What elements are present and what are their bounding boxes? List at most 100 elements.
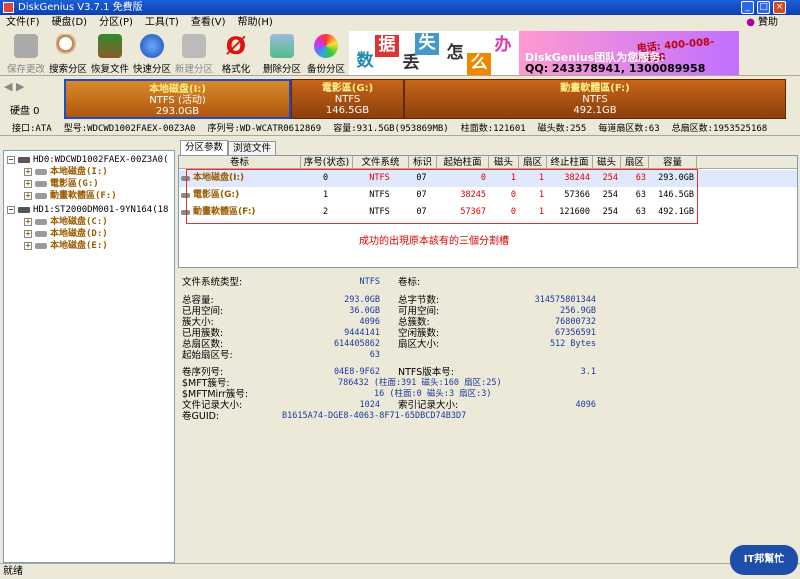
- detail-value: 76800732: [555, 317, 596, 327]
- col-header[interactable]: 文件系统: [353, 156, 409, 169]
- donate-link[interactable]: ● 贊助: [746, 15, 778, 30]
- info-total-sectors: 总扇区数:1953525168: [671, 124, 768, 134]
- partition-details: 文件系统类型: NTFS 卷标: 总容量: 293.0GB 已用空间: 36.0…: [178, 268, 798, 563]
- tree-partition-f[interactable]: + 動畫軟體區(F:): [24, 190, 117, 202]
- menu-view[interactable]: 查看(V): [185, 15, 232, 30]
- tree-disk-hd1[interactable]: − HD1:ST2000DM001-9YN164(18: [7, 204, 168, 216]
- close-button[interactable]: ×: [773, 1, 786, 14]
- title-bar: DiskGenius V3.7.1 免費版 _ □ ×: [0, 0, 800, 15]
- partition-block-i[interactable]: 本地磁盘(I:) NTFS (活动) 293.0GB: [64, 79, 291, 119]
- disk-nav-arrows[interactable]: ◀ ▶: [4, 80, 24, 93]
- tree-partition-g[interactable]: + 電影區(G:): [24, 178, 99, 190]
- quick-partition-label: 快速分区: [132, 64, 171, 75]
- delete-partition-label: 删除分区: [262, 64, 301, 75]
- annotation-note: 成功的出現原本該有的三個分割槽: [359, 236, 509, 247]
- menu-bar: 文件(F) 硬盘(D) 分区(P) 工具(T) 查看(V) 帮助(H) ● 贊助: [0, 15, 800, 30]
- partition-block-g[interactable]: 電影區(G:) NTFS 146.5GB: [291, 79, 404, 119]
- tree-partition-d[interactable]: + 本地磁盘(D:): [24, 228, 108, 240]
- banner-char: 么: [467, 53, 491, 75]
- disk-icon: [18, 206, 30, 213]
- col-header[interactable]: 起始柱面: [437, 156, 489, 169]
- tree-disk-hd0[interactable]: − HD0:WDCWD1002FAEX-00Z3A0(: [7, 154, 168, 166]
- expand-icon[interactable]: +: [24, 191, 32, 200]
- tab-browse-files[interactable]: 浏览文件: [228, 141, 277, 155]
- tab-partition-params[interactable]: 分区参数: [180, 140, 229, 155]
- detail-label: 扇区大小:: [398, 339, 440, 350]
- detail-value: 36.0GB: [349, 306, 380, 316]
- format-label: 格式化: [221, 64, 251, 75]
- col-header[interactable]: 磁头: [593, 156, 621, 169]
- tree-label: 本地磁盘(C:): [50, 217, 108, 227]
- col-header[interactable]: 扇区: [519, 156, 547, 169]
- partition-icon: [35, 192, 47, 199]
- menu-help[interactable]: 帮助(H): [232, 15, 279, 30]
- expand-icon[interactable]: +: [24, 179, 32, 188]
- detail-value: 512 Bytes: [549, 339, 596, 349]
- serial-label: 卷序列号:: [182, 367, 224, 378]
- new-partition-label: 新建分区: [174, 64, 213, 75]
- computer-icon: [182, 34, 206, 58]
- mftmirr-value: 16 (柱面:0 磁头:3 扇区:3): [374, 389, 492, 399]
- backup-partition-button[interactable]: 备份分区: [306, 32, 346, 75]
- expand-icon[interactable]: +: [24, 167, 32, 176]
- col-header[interactable]: 卷标: [179, 156, 301, 169]
- maximize-button[interactable]: □: [757, 1, 770, 14]
- col-header[interactable]: 扇区: [621, 156, 649, 169]
- expand-icon[interactable]: +: [24, 229, 32, 238]
- restore-icon: [98, 34, 122, 58]
- col-header[interactable]: 容量: [649, 156, 697, 169]
- menu-partition[interactable]: 分区(P): [93, 15, 139, 30]
- disk-info-line: 接口:ATA 型号:WDCWD1002FAEX-00Z3A0 序列号:WD-WCAT…: [0, 122, 800, 136]
- tab-bar: 分区参数 浏览文件: [178, 140, 798, 155]
- banner-ad[interactable]: 数 据 丢 失 怎 么 办 电话: 400-008-9958 DiskGeniu…: [349, 31, 739, 75]
- tree-partition-i[interactable]: + 本地磁盘(I:): [24, 166, 108, 178]
- index-record-size-value: 4096: [575, 400, 596, 410]
- expand-icon[interactable]: +: [24, 241, 32, 250]
- menu-disk[interactable]: 硬盘(D): [46, 15, 94, 30]
- status-text: 就绪: [3, 566, 23, 577]
- collapse-icon[interactable]: −: [7, 205, 15, 214]
- tree-label: HD0:WDCWD1002FAEX-00Z3A0(: [33, 155, 169, 165]
- menu-file[interactable]: 文件(F): [0, 15, 46, 30]
- col-header[interactable]: 终止柱面: [547, 156, 593, 169]
- index-record-size-label: 索引记录大小:: [398, 400, 459, 411]
- format-button[interactable]: Ø 格式化: [216, 32, 256, 75]
- detail-label: 总扇区数:: [182, 339, 224, 350]
- watermark-text: IT邦幫忙: [743, 554, 785, 565]
- menu-tools[interactable]: 工具(T): [139, 15, 185, 30]
- partition-block-f[interactable]: 動畫軟體區(F:) NTFS 492.1GB: [404, 79, 786, 119]
- partition-table: 卷标 序号(状态) 文件系统 标识 起始柱面 磁头 扇区 终止柱面 磁头 扇区 …: [178, 155, 798, 268]
- detail-value: 314575801344: [534, 295, 596, 305]
- search-partition-button[interactable]: 搜索分区: [48, 32, 88, 75]
- detail-value: 4096: [359, 317, 380, 327]
- tree-partition-e[interactable]: + 本地磁盘(E:): [24, 240, 108, 252]
- save-changes-button[interactable]: 保存更改: [6, 32, 46, 75]
- status-bar: 就绪: [0, 563, 800, 579]
- minimize-button[interactable]: _: [741, 1, 754, 14]
- disk-icon: [18, 156, 30, 163]
- col-header[interactable]: 磁头: [489, 156, 519, 169]
- quick-partition-button[interactable]: 快速分区: [132, 32, 172, 75]
- col-header[interactable]: 标识: [409, 156, 437, 169]
- annotation-box: [186, 169, 698, 224]
- tree-label: 電影區(G:): [50, 179, 99, 189]
- new-partition-button[interactable]: 新建分区: [174, 32, 214, 75]
- expand-icon[interactable]: +: [24, 217, 32, 226]
- detail-label: 已用空间:: [182, 306, 224, 317]
- mft-label: $MFT簇号:: [182, 378, 230, 389]
- banner-tiles: 数 据 丢 失 怎 么 办: [349, 31, 519, 75]
- tree-partition-c[interactable]: + 本地磁盘(C:): [24, 216, 108, 228]
- mftmirr-label: $MFTMirr簇号:: [182, 389, 249, 400]
- partition-icon: [35, 168, 47, 175]
- donate-icon: ●: [746, 17, 755, 28]
- detail-label: 空闲簇数:: [398, 328, 440, 339]
- globe-icon: [140, 34, 164, 58]
- col-header[interactable]: 序号(状态): [301, 156, 353, 169]
- delete-partition-button[interactable]: 删除分区: [262, 32, 302, 75]
- restore-files-button[interactable]: 恢复文件: [90, 32, 130, 75]
- donate-label: 贊助: [758, 17, 778, 28]
- collapse-icon[interactable]: −: [7, 155, 15, 164]
- tree-label: HD1:ST2000DM001-9YN164(18: [33, 205, 169, 215]
- fs-type-value: NTFS: [359, 277, 380, 287]
- detail-value: 67356591: [555, 328, 596, 338]
